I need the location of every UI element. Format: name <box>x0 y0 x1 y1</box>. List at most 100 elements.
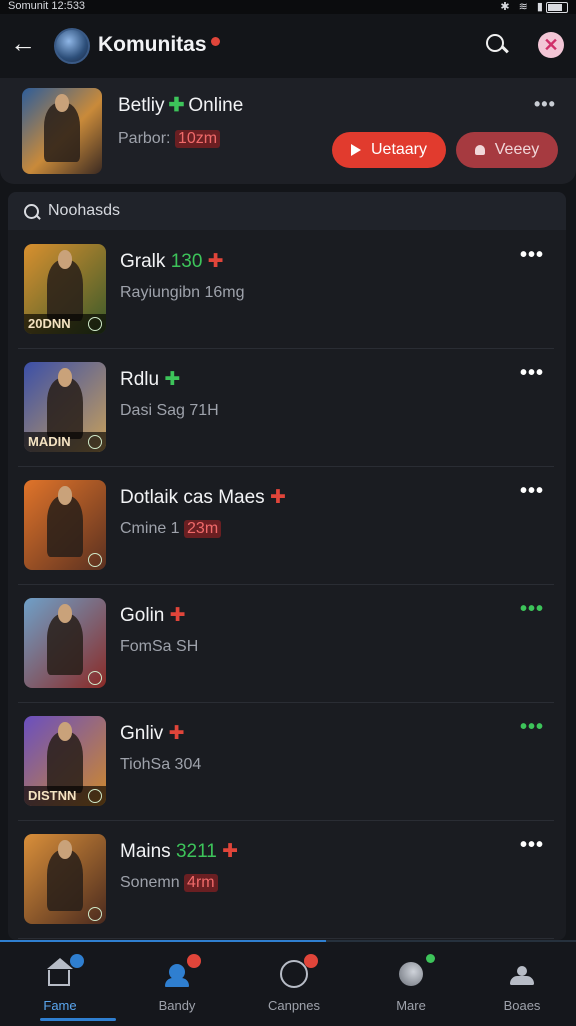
more-options-icon[interactable]: ••• <box>520 834 544 857</box>
nav-label: Canpnes <box>267 998 321 1013</box>
member-sub-text: Dasi Sag 71H <box>120 402 219 419</box>
member-name-text: Gnliv <box>120 723 164 744</box>
search-icon[interactable] <box>484 32 510 58</box>
member-sub-text: Cmine 1 <box>120 520 180 537</box>
member-tag: 3211 <box>175 841 217 862</box>
member-sub-text: FomSa SH <box>120 638 199 655</box>
nav-item-circle[interactable]: Canpnes <box>244 954 344 1024</box>
rank-badge-icon <box>88 553 102 567</box>
group-icon <box>508 960 536 988</box>
list-item[interactable]: Golin ✚ FomSa SH ••• <box>18 586 554 703</box>
list-item[interactable]: Mains 3211 ✚ Sonemn 4rm ••• <box>18 822 554 939</box>
member-name: Dotlaik cas Maes ✚ <box>120 486 286 509</box>
member-name-text: Dotlaik cas Maes <box>120 487 265 508</box>
status-icon: ✚ <box>269 487 286 508</box>
member-name-text: Rdlu <box>120 369 160 390</box>
member-name: Mains 3211 ✚ <box>120 840 238 863</box>
featured-card: Betliy ✚ Online Parbor: 10zm ••• Uetaary V… <box>0 78 576 184</box>
nav-label: Fame <box>43 998 77 1013</box>
member-sub-tag: 4rm <box>184 874 218 892</box>
nav-label: Bandy <box>158 998 196 1013</box>
secondary-button[interactable]: Veeey <box>456 132 558 168</box>
member-name: Golin ✚ <box>120 604 186 627</box>
member-name: Rdlu ✚ <box>120 368 180 391</box>
status-icon: ✚ <box>168 723 185 744</box>
plus-icon: ✚ <box>168 95 185 116</box>
member-name-text: Gralk <box>120 251 166 272</box>
status-bar: Somunit 12:533 ✱ ≋ ▮ <box>0 0 576 14</box>
back-arrow-icon[interactable]: ← <box>10 30 36 56</box>
person-icon <box>474 144 485 155</box>
rank-badge-icon <box>88 671 102 685</box>
rank-badge-icon <box>88 907 102 921</box>
nav-item-group[interactable]: Boaes <box>472 954 572 1024</box>
app-header: ← Komunitas ✕ <box>0 18 576 74</box>
member-avatar[interactable]: 20DNN <box>24 244 106 334</box>
member-subtitle: Cmine 1 23m <box>120 520 222 538</box>
page-title-text: Komunitas <box>98 33 207 56</box>
rank-badge-icon <box>88 789 102 803</box>
nav-item-ball[interactable]: Mare <box>361 954 461 1024</box>
featured-status: Online <box>188 95 244 116</box>
member-subtitle: TiohSa 304 <box>120 756 201 774</box>
more-options-icon[interactable]: ••• <box>520 362 544 385</box>
community-avatar[interactable] <box>54 28 90 64</box>
nav-progress-line <box>0 940 326 942</box>
member-sub-tag: 23m <box>184 520 222 538</box>
more-options-icon[interactable]: ••• <box>534 94 556 115</box>
list-item[interactable]: Dotlaik cas Maes ✚ Cmine 1 23m ••• <box>18 468 554 585</box>
featured-subtitle: Parbor: 10zm <box>118 130 221 148</box>
secondary-button-label: Veeey <box>494 141 540 158</box>
member-subtitle: Dasi Sag 71H <box>120 402 219 420</box>
home-icon <box>46 954 84 988</box>
member-sub-text: Sonemn <box>120 874 180 891</box>
status-icon: ✚ <box>222 841 239 862</box>
featured-avatar[interactable] <box>22 88 102 174</box>
member-avatar[interactable] <box>24 834 106 924</box>
member-list: Noohasds 20DNN Gralk 130 ✚ Rayiungibn 16mg… <box>8 192 566 940</box>
nav-item-squad[interactable]: Bandy <box>127 954 227 1024</box>
more-options-icon[interactable]: ••• <box>520 480 544 503</box>
notification-dot-icon <box>210 37 220 46</box>
featured-name-text: Betliy <box>118 95 165 116</box>
more-options-icon[interactable]: ••• <box>520 244 544 267</box>
primary-button[interactable]: Uetaary <box>332 132 446 168</box>
list-search[interactable]: Noohasds <box>8 192 566 230</box>
list-search-label: Noohasds <box>48 202 121 219</box>
member-name: Gnliv ✚ <box>120 722 185 745</box>
status-icons: ✱ ≋ ▮ <box>500 0 568 13</box>
primary-button-label: Uetaary <box>370 141 428 158</box>
more-options-icon[interactable]: ••• <box>520 716 544 739</box>
nav-active-indicator <box>40 1018 116 1021</box>
member-avatar[interactable] <box>24 598 106 688</box>
play-icon <box>350 143 361 156</box>
profile-icon[interactable]: ✕ <box>538 32 564 58</box>
member-avatar[interactable] <box>24 480 106 570</box>
rank-badge-icon <box>88 317 102 331</box>
member-name-text: Golin <box>120 605 165 626</box>
more-options-icon[interactable]: ••• <box>520 598 544 621</box>
member-avatar[interactable]: MADIN <box>24 362 106 452</box>
featured-name: Betliy ✚ Online <box>118 94 243 117</box>
status-time: Somunit 12:533 <box>8 0 86 12</box>
list-item[interactable]: DISTNN Gnliv ✚ TiohSa 304 ••• <box>18 704 554 821</box>
page-title: Komunitas <box>98 33 220 57</box>
status-icon: ✚ <box>169 605 186 626</box>
member-sub-text: TiohSa 304 <box>120 756 202 773</box>
list-item[interactable]: 20DNN Gralk 130 ✚ Rayiungibn 16mg ••• <box>18 232 554 349</box>
circle-icon <box>280 954 318 988</box>
nav-item-home[interactable]: Fame <box>10 954 110 1024</box>
status-icon: ✚ <box>164 369 181 390</box>
member-subtitle: Rayiungibn 16mg <box>120 284 245 302</box>
list-item[interactable]: MADIN Rdlu ✚ Dasi Sag 71H ••• <box>18 350 554 467</box>
rank-badge-icon <box>88 435 102 449</box>
member-avatar[interactable]: DISTNN <box>24 716 106 806</box>
member-name-text: Mains <box>120 841 171 862</box>
member-tag: 130 <box>170 251 203 272</box>
member-name: Gralk 130 ✚ <box>120 250 224 273</box>
nav-label: Boaes <box>503 998 541 1013</box>
member-subtitle: Sonemn 4rm <box>120 874 218 892</box>
member-sub-text: Rayiungibn 16mg <box>120 284 245 301</box>
bottom-nav: Fame Bandy Canpnes Mare Boaes <box>0 940 576 1026</box>
battery-icon <box>546 1 568 13</box>
